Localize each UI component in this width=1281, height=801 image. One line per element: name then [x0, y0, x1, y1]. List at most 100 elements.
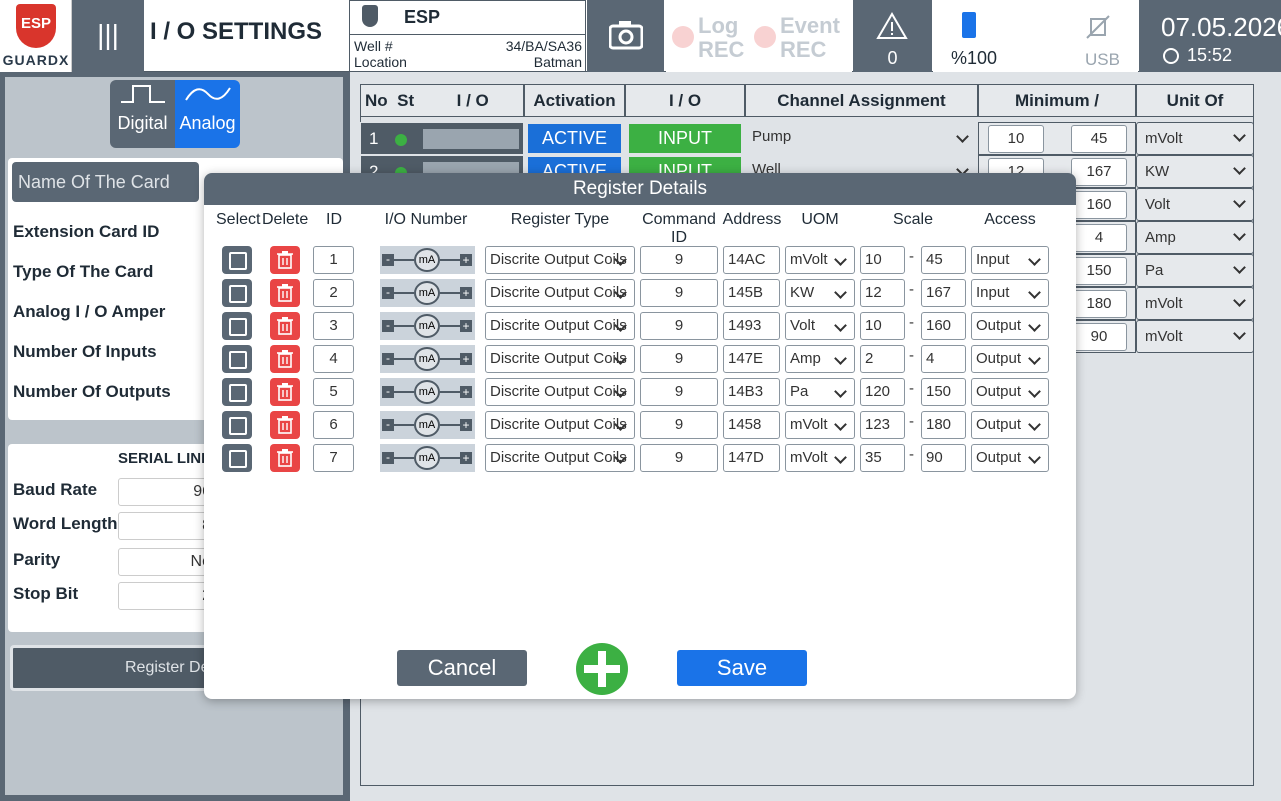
uom-select[interactable]: mVolt	[785, 411, 855, 439]
uom-select[interactable]: Pa	[1136, 254, 1254, 287]
uom-select[interactable]: KW	[785, 279, 855, 307]
delete-button[interactable]	[270, 378, 300, 406]
register-type-select[interactable]: Discrite Output Coils	[485, 312, 635, 340]
scale-max-input[interactable]: 167	[921, 279, 966, 307]
scale-max-input[interactable]: 150	[921, 378, 966, 406]
address-input[interactable]: 145B	[723, 279, 780, 307]
select-checkbox[interactable]	[222, 246, 252, 274]
channel-select[interactable]: Pump	[748, 124, 976, 152]
scale-min-input[interactable]: 35	[860, 444, 905, 472]
max-input[interactable]: 90	[1071, 323, 1127, 351]
register-type-select[interactable]: Discrite Output Coils	[485, 378, 635, 406]
io-number-control[interactable]: - mA +	[380, 246, 475, 274]
access-select[interactable]: Output	[971, 345, 1049, 373]
uom-select[interactable]: Volt	[785, 312, 855, 340]
delete-button[interactable]	[270, 411, 300, 439]
access-select[interactable]: Output	[971, 378, 1049, 406]
scale-max-input[interactable]: 90	[921, 444, 966, 472]
uom-select[interactable]: Amp	[785, 345, 855, 373]
command-id-input[interactable]: 9	[640, 279, 718, 307]
select-checkbox[interactable]	[222, 345, 252, 373]
uom-select[interactable]: KW	[1136, 155, 1254, 188]
io-number-control[interactable]: - mA +	[380, 279, 475, 307]
scale-min-input[interactable]: 10	[860, 312, 905, 340]
register-type-select[interactable]: Discrite Output Coils	[485, 279, 635, 307]
io-number-control[interactable]: - mA +	[380, 444, 475, 472]
delete-button[interactable]	[270, 444, 300, 472]
uom-select[interactable]: mVolt	[785, 246, 855, 274]
scale-min-input[interactable]: 10	[860, 246, 905, 274]
max-input[interactable]: 167	[1071, 158, 1127, 186]
scale-min-input[interactable]: 123	[860, 411, 905, 439]
tab-digital[interactable]: Digital	[110, 80, 175, 148]
alarm-button[interactable]: 0	[853, 0, 932, 72]
access-select[interactable]: Output	[971, 411, 1049, 439]
access-select[interactable]: Input	[971, 246, 1049, 274]
select-checkbox[interactable]	[222, 279, 252, 307]
io-number-control[interactable]: - mA +	[380, 378, 475, 406]
uom-select[interactable]: Amp	[1136, 221, 1254, 254]
max-input[interactable]: 45	[1071, 125, 1127, 153]
select-checkbox[interactable]	[222, 378, 252, 406]
id-input[interactable]: 1	[313, 246, 354, 274]
id-input[interactable]: 5	[313, 378, 354, 406]
card-name-input[interactable]: Name Of The Card	[12, 162, 199, 202]
save-button[interactable]: Save	[677, 650, 807, 686]
add-register-button[interactable]	[576, 643, 628, 695]
max-input[interactable]: 150	[1071, 257, 1127, 285]
scale-max-input[interactable]: 4	[921, 345, 966, 373]
delete-button[interactable]	[270, 279, 300, 307]
address-input[interactable]: 1493	[723, 312, 780, 340]
scale-min-input[interactable]: 2	[860, 345, 905, 373]
command-id-input[interactable]: 9	[640, 246, 718, 274]
stop-bit-input[interactable]: 2	[118, 582, 218, 610]
command-id-input[interactable]: 9	[640, 312, 718, 340]
scale-min-input[interactable]: 120	[860, 378, 905, 406]
uom-select[interactable]: mVolt	[1136, 122, 1254, 155]
select-checkbox[interactable]	[222, 411, 252, 439]
uom-select[interactable]: mVolt	[785, 444, 855, 472]
io-number-control[interactable]: - mA +	[380, 312, 475, 340]
register-type-select[interactable]: Discrite Output Coils	[485, 246, 635, 274]
uom-select[interactable]: mVolt	[1136, 287, 1254, 320]
uom-select[interactable]: mVolt	[1136, 320, 1254, 353]
access-select[interactable]: Output	[971, 444, 1049, 472]
max-input[interactable]: 180	[1071, 290, 1127, 318]
register-type-select[interactable]: Discrite Output Coils	[485, 345, 635, 373]
command-id-input[interactable]: 9	[640, 378, 718, 406]
baud-rate-input[interactable]: 96	[118, 478, 218, 506]
camera-button[interactable]	[587, 0, 664, 72]
cancel-button[interactable]: Cancel	[397, 650, 527, 686]
word-length-input[interactable]: 8	[118, 512, 218, 540]
command-id-input[interactable]: 9	[640, 411, 718, 439]
address-input[interactable]: 14AC	[723, 246, 780, 274]
max-input[interactable]: 4	[1071, 224, 1127, 252]
activation-badge[interactable]: ACTIVE	[528, 124, 621, 153]
command-id-input[interactable]: 9	[640, 345, 718, 373]
tab-analog[interactable]: Analog	[175, 80, 240, 148]
id-input[interactable]: 4	[313, 345, 354, 373]
menu-button[interactable]: |||	[72, 0, 144, 72]
access-select[interactable]: Input	[971, 279, 1049, 307]
register-type-select[interactable]: Discrite Output Coils	[485, 444, 635, 472]
id-input[interactable]: 6	[313, 411, 354, 439]
scale-max-input[interactable]: 45	[921, 246, 966, 274]
address-input[interactable]: 147D	[723, 444, 780, 472]
io-number-control[interactable]: - mA +	[380, 345, 475, 373]
scale-min-input[interactable]: 12	[860, 279, 905, 307]
max-input[interactable]: 160	[1071, 191, 1127, 219]
parity-input[interactable]: No	[118, 548, 218, 576]
select-checkbox[interactable]	[222, 444, 252, 472]
delete-button[interactable]	[270, 246, 300, 274]
command-id-input[interactable]: 9	[640, 444, 718, 472]
delete-button[interactable]	[270, 312, 300, 340]
delete-button[interactable]	[270, 345, 300, 373]
id-input[interactable]: 3	[313, 312, 354, 340]
select-checkbox[interactable]	[222, 312, 252, 340]
address-input[interactable]: 147E	[723, 345, 780, 373]
uom-select[interactable]: Pa	[785, 378, 855, 406]
uom-select[interactable]: Volt	[1136, 188, 1254, 221]
access-select[interactable]: Output	[971, 312, 1049, 340]
scale-max-input[interactable]: 180	[921, 411, 966, 439]
scale-max-input[interactable]: 160	[921, 312, 966, 340]
